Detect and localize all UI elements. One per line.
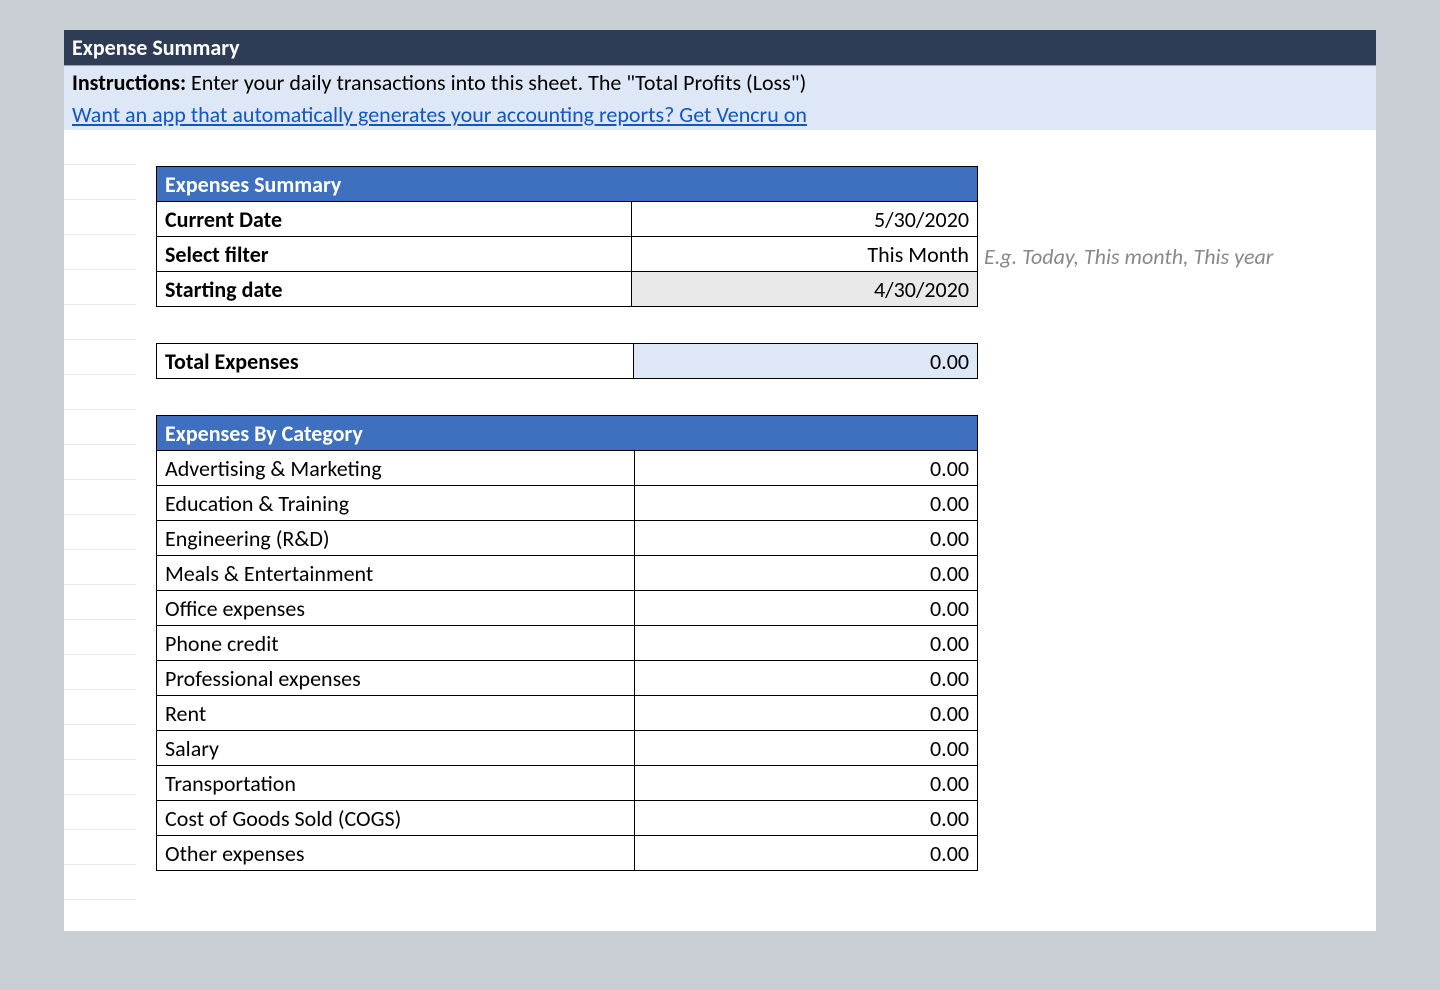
category-value[interactable]: 0.00	[635, 696, 978, 731]
summary-table: Expenses Summary Current Date 5/30/2020 …	[156, 166, 978, 307]
category-label: Engineering (R&D)	[157, 521, 635, 556]
current-date-value[interactable]: 5/30/2020	[632, 202, 978, 237]
category-label: Cost of Goods Sold (COGS)	[157, 801, 635, 836]
row-select-filter: Select filter This Month	[157, 237, 978, 272]
filter-hint: E.g. Today, This month, This year	[984, 243, 1273, 270]
row-current-date: Current Date 5/30/2020	[157, 202, 978, 237]
category-value[interactable]: 0.00	[635, 451, 978, 486]
table-row: Advertising & Marketing0.00	[157, 451, 978, 486]
category-value[interactable]: 0.00	[635, 731, 978, 766]
category-label: Advertising & Marketing	[157, 451, 635, 486]
category-label: Transportation	[157, 766, 635, 801]
table-row: Transportation0.00	[157, 766, 978, 801]
category-value[interactable]: 0.00	[635, 661, 978, 696]
category-label: Professional expenses	[157, 661, 635, 696]
table-row: Other expenses0.00	[157, 836, 978, 871]
table-row: Salary0.00	[157, 731, 978, 766]
sheet-area: Expenses Summary Current Date 5/30/2020 …	[64, 130, 1376, 931]
promo-bar: Want an app that automatically generates…	[64, 98, 1376, 130]
table-row: Phone credit0.00	[157, 626, 978, 661]
category-value[interactable]: 0.00	[635, 766, 978, 801]
starting-date-value[interactable]: 4/30/2020	[632, 272, 978, 307]
table-row: Meals & Entertainment0.00	[157, 556, 978, 591]
total-expenses-label: Total Expenses	[157, 344, 634, 379]
starting-date-label: Starting date	[157, 272, 632, 307]
table-row: Cost of Goods Sold (COGS)0.00	[157, 801, 978, 836]
category-label: Meals & Entertainment	[157, 556, 635, 591]
table-row: Engineering (R&D)0.00	[157, 521, 978, 556]
current-date-label: Current Date	[157, 202, 632, 237]
category-label: Rent	[157, 696, 635, 731]
total-table: Total Expenses 0.00	[156, 343, 978, 379]
total-expenses-value: 0.00	[634, 344, 978, 379]
row-total-expenses: Total Expenses 0.00	[157, 344, 978, 379]
table-row: Education & Training0.00	[157, 486, 978, 521]
table-row: Professional expenses0.00	[157, 661, 978, 696]
category-value[interactable]: 0.00	[635, 521, 978, 556]
category-table: Expenses By Category Advertising & Marke…	[156, 415, 978, 871]
category-label: Other expenses	[157, 836, 635, 871]
table-row: Office expenses0.00	[157, 591, 978, 626]
instructions-text: Enter your daily transactions into this …	[186, 69, 806, 96]
category-label: Salary	[157, 731, 635, 766]
table-row: Rent0.00	[157, 696, 978, 731]
instructions-label: Instructions:	[72, 69, 186, 96]
summary-section-header: Expenses Summary	[157, 167, 978, 202]
category-label: Education & Training	[157, 486, 635, 521]
instructions-bar: Instructions: Enter your daily transacti…	[64, 66, 1376, 98]
promo-link[interactable]: Want an app that automatically generates…	[72, 101, 807, 128]
category-value[interactable]: 0.00	[635, 801, 978, 836]
category-section-header: Expenses By Category	[157, 416, 978, 451]
category-value[interactable]: 0.00	[635, 836, 978, 871]
category-value[interactable]: 0.00	[635, 626, 978, 661]
spreadsheet-page: Expense Summary Instructions: Enter your…	[64, 30, 1376, 931]
category-value[interactable]: 0.00	[635, 486, 978, 521]
category-label: Office expenses	[157, 591, 635, 626]
category-value[interactable]: 0.00	[635, 556, 978, 591]
select-filter-value[interactable]: This Month	[632, 237, 978, 272]
select-filter-label: Select filter	[157, 237, 632, 272]
row-starting-date: Starting date 4/30/2020	[157, 272, 978, 307]
category-value[interactable]: 0.00	[635, 591, 978, 626]
category-label: Phone credit	[157, 626, 635, 661]
page-title: Expense Summary	[64, 30, 1376, 66]
